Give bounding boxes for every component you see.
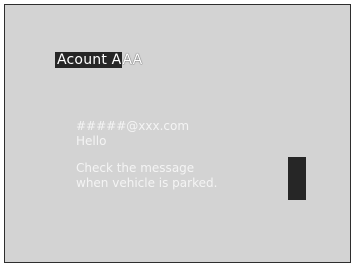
parked-notice-line2: when vehicle is parked. [76, 176, 218, 190]
parked-notice-line1: Check the message [76, 161, 195, 175]
account-name-selected: Acount A [55, 52, 123, 68]
account-name-rest: AA [122, 52, 143, 68]
message-sender: #####@xxx.com [76, 119, 190, 133]
message-greeting: Hello [76, 134, 107, 148]
message-preview: #####@xxx.com Hello Check the message wh… [76, 119, 217, 191]
account-name[interactable]: Acount AAA [55, 52, 142, 69]
scrollbar-thumb[interactable] [288, 157, 306, 200]
display-screen: Acount AAA #####@xxx.com Hello Check the… [4, 4, 351, 263]
